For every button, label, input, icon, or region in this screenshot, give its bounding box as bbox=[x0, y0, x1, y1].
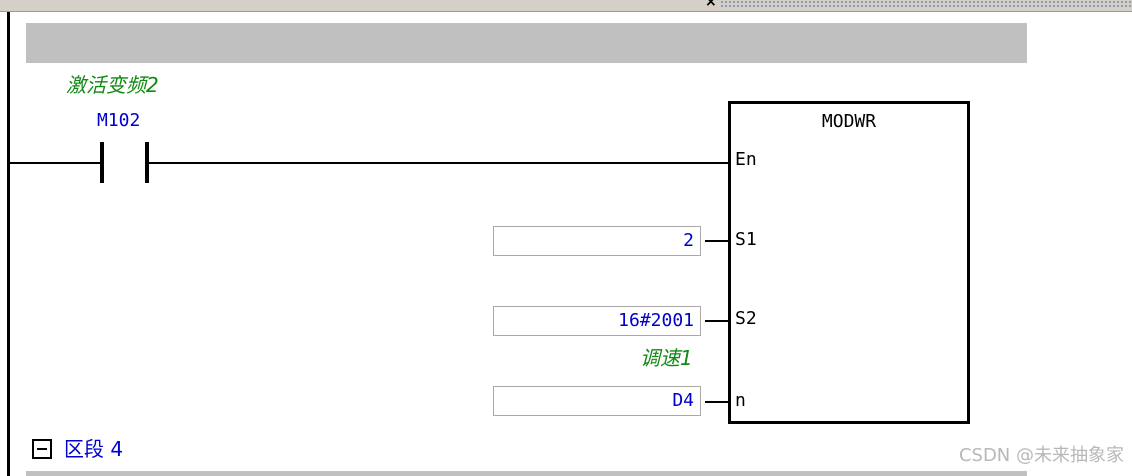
section-label[interactable]: 区段 4 bbox=[64, 437, 123, 461]
s1-wire bbox=[705, 240, 728, 242]
pin-en: En bbox=[735, 149, 757, 170]
rung-comment: 激活变频2 bbox=[66, 73, 159, 97]
modwr-function-block[interactable]: MODWR En S1 S2 n bbox=[728, 101, 970, 424]
s2-wire bbox=[705, 320, 728, 322]
pin-s2: S2 bbox=[735, 308, 757, 329]
toolbar-dotted-strip bbox=[720, 0, 1132, 7]
block-title: MODWR bbox=[821, 111, 877, 132]
collapse-icon[interactable] bbox=[32, 439, 52, 459]
rung-header-band[interactable] bbox=[26, 23, 1027, 63]
rung-wire-right bbox=[149, 162, 728, 164]
rung-wire-left bbox=[10, 162, 101, 164]
close-icon[interactable]: × bbox=[705, 0, 717, 9]
s2-comment: 调速1 bbox=[640, 346, 693, 370]
left-power-rail bbox=[7, 12, 10, 476]
s1-input-box[interactable]: 2 bbox=[493, 226, 701, 256]
next-rung-header-band bbox=[26, 471, 1027, 476]
pin-s1: S1 bbox=[735, 229, 757, 250]
contact-left-bar[interactable] bbox=[100, 142, 104, 183]
s2-input-box[interactable]: 16#2001 bbox=[493, 306, 701, 336]
n-input-box[interactable]: D4 bbox=[493, 386, 701, 416]
contact-operand[interactable]: M102 bbox=[97, 111, 140, 131]
n-wire bbox=[705, 401, 728, 403]
window-top-bar: × bbox=[0, 0, 1132, 12]
pin-n: n bbox=[735, 390, 746, 411]
watermark-text: CSDN @未来抽象家 bbox=[958, 445, 1124, 466]
